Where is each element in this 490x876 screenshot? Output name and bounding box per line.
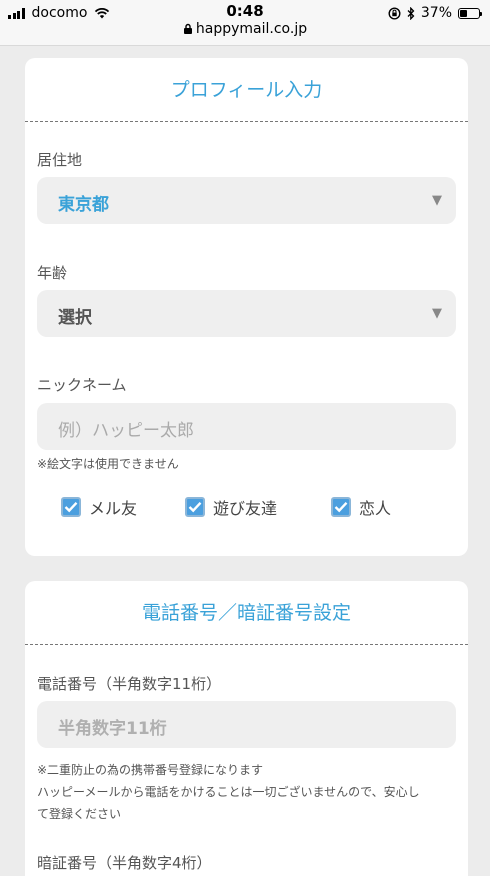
checkmark-icon — [61, 497, 81, 517]
url-text: happymail.co.jp — [195, 21, 308, 37]
residence-label: 居住地 — [37, 151, 83, 169]
checkbox-play-friend[interactable]: 遊び友達 — [185, 495, 277, 519]
checkbox-mail-friend[interactable]: メル友 — [61, 495, 137, 519]
age-label: 年齢 — [37, 264, 68, 282]
nickname-input[interactable]: 例）ハッピー太郎 — [37, 403, 456, 450]
residence-value: 東京都 — [58, 195, 109, 215]
status-right: 37% — [388, 5, 482, 21]
dropdown-arrow-icon: ▼ — [432, 306, 442, 321]
phone-placeholder: 半角数字11桁 — [58, 719, 167, 739]
residence-select[interactable]: 東京都 ▼ — [37, 177, 456, 224]
nickname-label: ニックネーム — [37, 376, 127, 394]
lock-icon — [183, 23, 192, 34]
checkbox-label: 恋人 — [359, 499, 392, 518]
battery-percent: 37% — [420, 5, 452, 21]
nickname-placeholder: 例）ハッピー太郎 — [58, 421, 194, 441]
nickname-note: ※絵文字は使用できません — [37, 457, 179, 471]
profile-card: プロフィール入力 居住地 東京都 ▼ 年齢 選択 ▼ ニックネーム 例）ハッピー… — [25, 58, 468, 556]
phone-input[interactable]: 半角数字11桁 — [37, 701, 456, 748]
pin-label: 暗証番号（半角数字4桁） — [37, 854, 212, 872]
bluetooth-icon — [407, 6, 415, 20]
age-select[interactable]: 選択 ▼ — [37, 290, 456, 337]
phone-note-2: ハッピーメールから電話をかけることは一切ございませんので、安心し — [37, 785, 420, 799]
phone-section-title: 電話番号／暗証番号設定 — [25, 581, 468, 645]
status-bar: docomo 0:48 happymail.co.jp 37% — [0, 0, 490, 46]
profile-title: プロフィール入力 — [25, 58, 468, 122]
orientation-lock-icon — [388, 6, 401, 20]
checkbox-label: 遊び友達 — [213, 499, 278, 518]
phone-card: 電話番号／暗証番号設定 電話番号（半角数字11桁） 半角数字11桁 ※二重防止の… — [25, 581, 468, 876]
purpose-checkboxes: メル友 遊び友達 恋人 — [61, 495, 461, 523]
checkmark-icon — [331, 497, 351, 517]
phone-note-3: て登録ください — [37, 807, 122, 821]
dropdown-arrow-icon: ▼ — [432, 193, 442, 208]
checkmark-icon — [185, 497, 205, 517]
address-bar[interactable]: happymail.co.jp — [0, 20, 490, 38]
phone-label: 電話番号（半角数字11桁） — [37, 675, 222, 693]
battery-icon — [458, 7, 482, 19]
checkbox-label: メル友 — [89, 499, 138, 518]
checkbox-lover[interactable]: 恋人 — [331, 495, 391, 519]
phone-note-1: ※二重防止の為の携帯番号登録になります — [37, 763, 264, 777]
age-value: 選択 — [58, 308, 92, 328]
